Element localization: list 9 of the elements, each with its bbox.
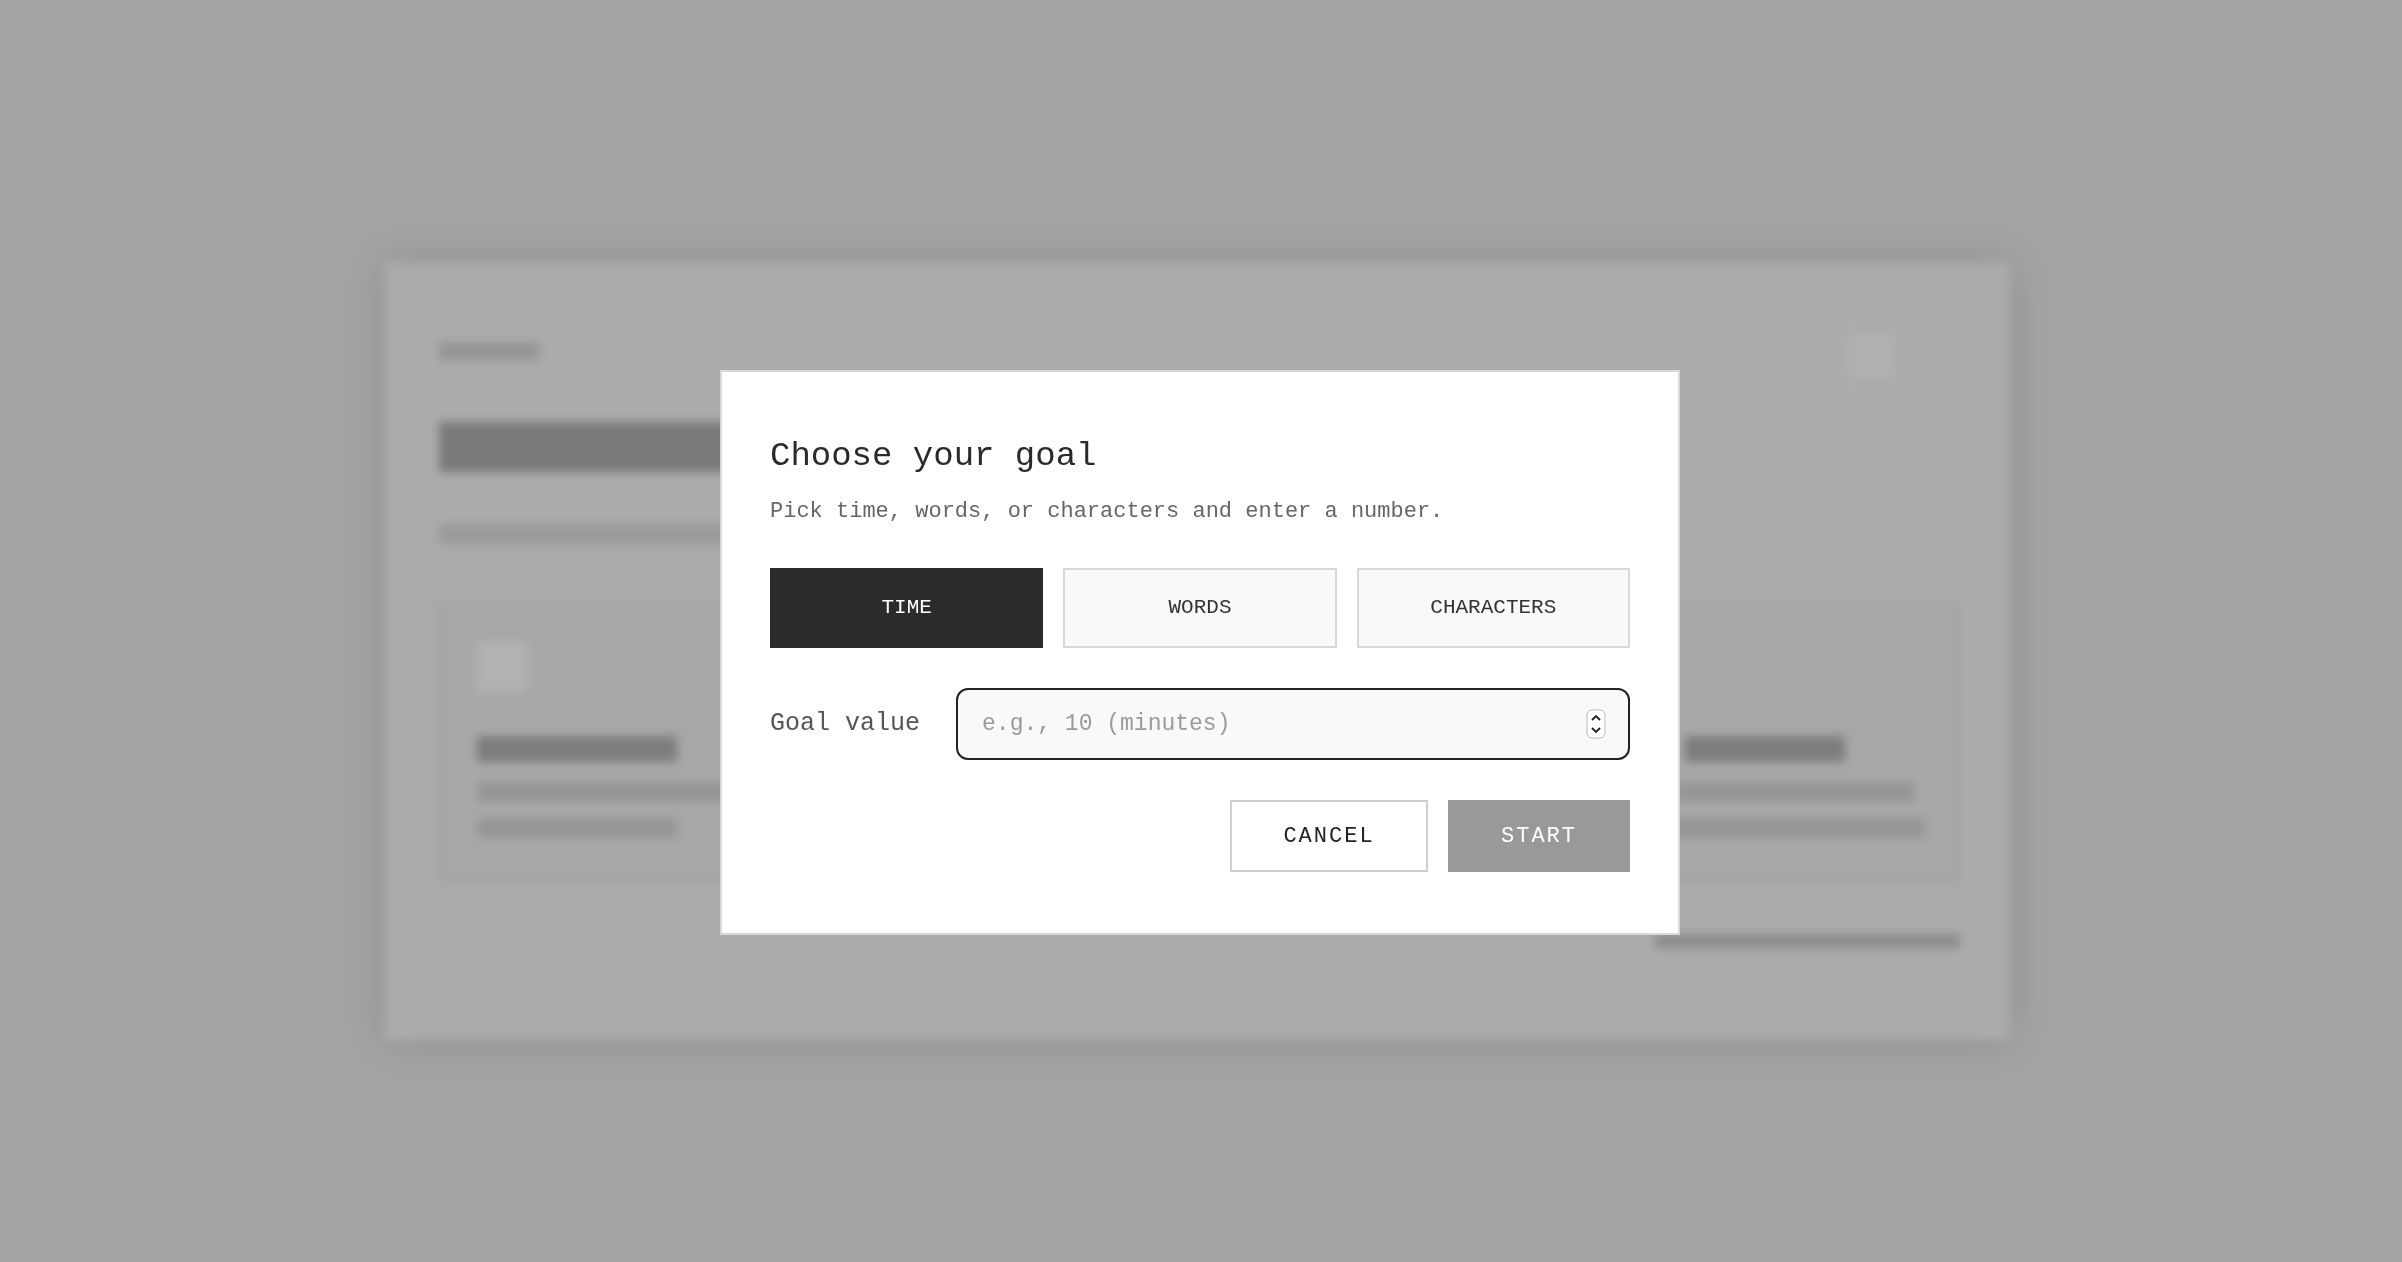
- goal-type-tab[interactable]: CHARACTERS: [1356, 568, 1630, 648]
- goal-value-label: Goal value: [770, 708, 921, 741]
- dialog-subtitle: Pick time, words, or characters and enter a number.: [770, 498, 1445, 526]
- dialog-title: Choose your goal: [770, 436, 1098, 476]
- cancel-button[interactable]: CANCEL: [1230, 800, 1428, 872]
- goal-type-tab[interactable]: TIME: [770, 568, 1044, 648]
- goal-type-tab[interactable]: WORDS: [1063, 568, 1337, 648]
- goal-value-field[interactable]: e.g., 10 (minutes): [956, 688, 1630, 760]
- spinner-icon[interactable]: [1586, 709, 1606, 739]
